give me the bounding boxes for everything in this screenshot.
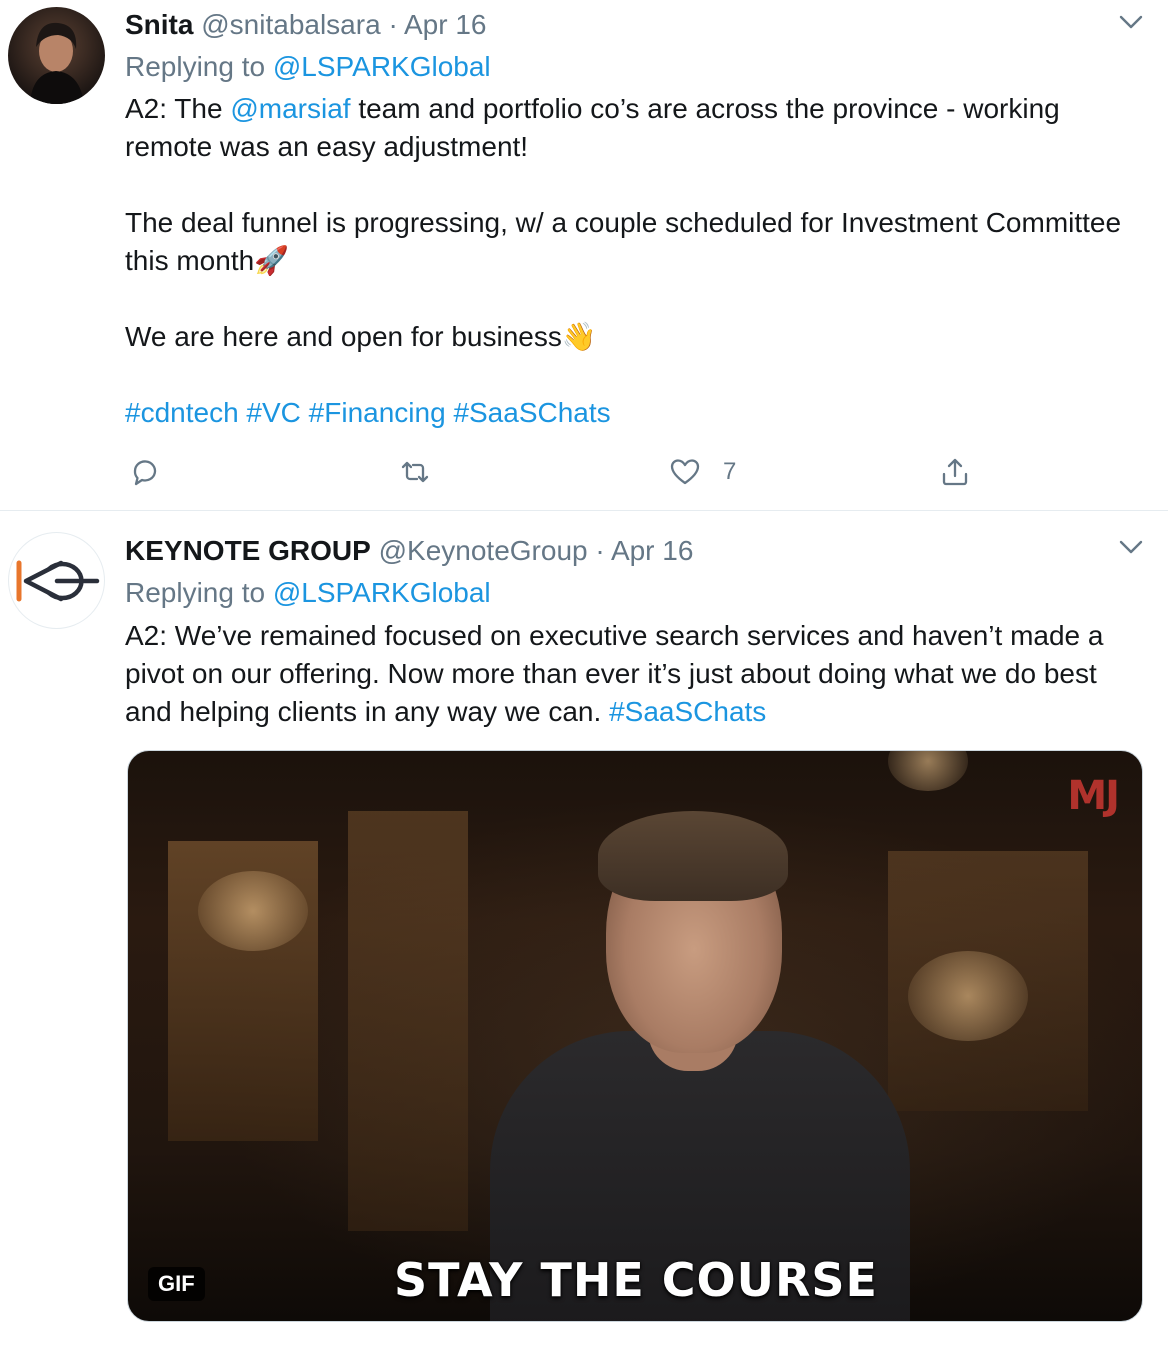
tweet-text: A2: We’ve remained focused on executive … <box>125 617 1145 731</box>
avatar-keynote-group[interactable] <box>8 532 105 629</box>
replying-to: Replying to @LSPARKGlobal <box>125 574 491 612</box>
gif-badge: GIF <box>148 1267 205 1301</box>
background-pillar <box>348 811 468 1231</box>
text-segment: We are here and open for business <box>125 321 562 352</box>
author-handle[interactable]: @snitabalsara <box>201 9 380 40</box>
like-count: 7 <box>723 458 737 485</box>
author-name[interactable]: KEYNOTE GROUP <box>125 535 371 566</box>
person-hair <box>598 811 788 901</box>
light-glow <box>908 951 1028 1041</box>
dot-separator: · <box>388 9 398 40</box>
hashtag-link[interactable]: #VC <box>246 397 300 428</box>
avatar-snita[interactable] <box>8 7 105 104</box>
mj-watermark: MJ <box>1067 773 1120 819</box>
chevron-down-icon[interactable] <box>1118 539 1144 555</box>
tweet-actions: 7 <box>125 452 1025 492</box>
waving-hand-emoji: 👋 <box>561 321 597 352</box>
hashtag-line: #cdntech #VC #Financing #SaaSChats <box>125 394 1145 432</box>
author-handle[interactable]: @KeynoteGroup <box>379 535 588 566</box>
light-glow <box>888 751 968 791</box>
hashtag-link[interactable]: #SaaSChats <box>453 397 610 428</box>
hashtag-link[interactable]: #Financing <box>309 397 446 428</box>
replying-to: Replying to @LSPARKGlobal <box>125 48 491 86</box>
light-glow <box>198 871 308 951</box>
rocket-emoji: 🚀 <box>254 245 290 276</box>
tweet-keynote-group[interactable]: KEYNOTE GROUP @KeynoteGroup · Apr 16 Rep… <box>0 511 1168 1346</box>
hashtag-link[interactable]: #SaaSChats <box>609 696 766 727</box>
tweet-paragraph-3: We are here and open for business👋 <box>125 318 1145 356</box>
replying-to-link[interactable]: @LSPARKGlobal <box>273 51 491 82</box>
dot-separator: · <box>595 535 605 566</box>
tweet-paragraph-1: A2: The @marsiaf team and portfolio co’s… <box>125 90 1145 166</box>
heart-icon <box>670 459 700 485</box>
tweet-paragraph-2: The deal funnel is progressing, w/ a cou… <box>125 204 1145 280</box>
share-button[interactable] <box>939 452 971 492</box>
reply-icon <box>133 460 157 486</box>
replying-prefix: Replying to <box>125 577 266 608</box>
reply-button[interactable] <box>129 452 161 492</box>
text-segment: A2: The <box>125 93 231 124</box>
tweet-snita[interactable]: Snita @snitabalsara · Apr 16 Replying to… <box>0 0 1168 511</box>
tweet-header: KEYNOTE GROUP @KeynoteGroup · Apr 16 <box>125 532 693 570</box>
keynote-logo <box>16 560 100 602</box>
like-button[interactable]: 7 <box>669 452 736 492</box>
chevron-down-icon[interactable] <box>1118 14 1144 30</box>
replying-prefix: Replying to <box>125 51 266 82</box>
author-name[interactable]: Snita <box>125 9 193 40</box>
tweet-text: A2: The @marsiaf team and portfolio co’s… <box>125 90 1145 432</box>
gif-media[interactable]: MJ STAY THE COURSE GIF <box>127 750 1143 1322</box>
tweet-date[interactable]: Apr 16 <box>404 9 487 40</box>
share-icon <box>942 458 968 486</box>
tweet-header: Snita @snitabalsara · Apr 16 <box>125 6 487 44</box>
hashtag-link[interactable]: #cdntech <box>125 397 239 428</box>
replying-to-link[interactable]: @LSPARKGlobal <box>273 577 491 608</box>
retweet-button[interactable] <box>399 452 431 492</box>
retweet-icon <box>401 461 429 483</box>
tweet-date[interactable]: Apr 16 <box>611 535 694 566</box>
mention-link[interactable]: @marsiaf <box>230 93 350 124</box>
avatar-photo <box>30 22 84 104</box>
gif-caption: STAY THE COURSE <box>394 1253 878 1307</box>
